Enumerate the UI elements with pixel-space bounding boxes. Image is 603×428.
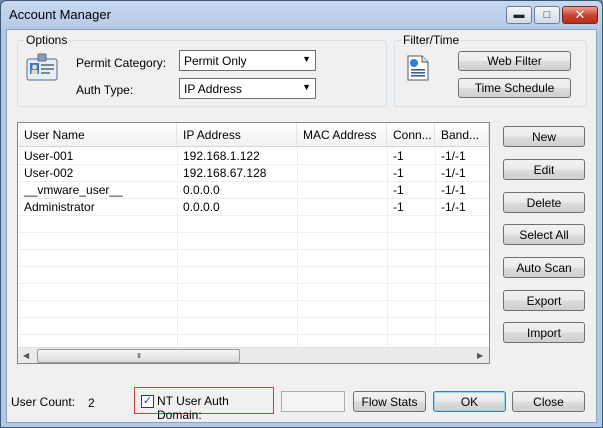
web-filter-button[interactable]: Web Filter (458, 51, 571, 71)
scroll-left-icon[interactable]: ◀ (23, 351, 29, 360)
cell-user-name: Administrator (24, 200, 95, 214)
cell-bandwidth: -1/-1 (441, 149, 466, 163)
scrollbar-grip: III (137, 352, 141, 360)
row-divider (18, 232, 489, 233)
permit-category-value: Permit Only (184, 54, 247, 68)
options-group: Options Permit Category: Permit Only ▼ A… (17, 33, 387, 107)
cell-connections: -1 (393, 149, 404, 163)
delete-button[interactable]: Delete (503, 192, 585, 213)
import-button[interactable]: Import (503, 322, 585, 343)
cell-ip-address: 192.168.1.122 (183, 149, 260, 163)
cell-connections: -1 (393, 183, 404, 197)
column-header-user-name[interactable]: User Name (18, 123, 177, 147)
row-divider (18, 334, 489, 335)
window-title: Account Manager (9, 7, 111, 22)
row-divider (18, 249, 489, 250)
filter-time-group: Filter/Time Web Filter Time Schedule (394, 33, 587, 107)
nt-user-auth-domain-highlight: ✓ NT User Auth Domain: (134, 387, 274, 422)
cell-user-name: __vmware_user__ (24, 183, 123, 197)
cell-ip-address: 0.0.0.0 (183, 183, 220, 197)
edit-button[interactable]: Edit (503, 159, 585, 180)
cell-connections: -1 (393, 200, 404, 214)
time-schedule-button[interactable]: Time Schedule (458, 78, 571, 98)
row-divider (18, 266, 489, 267)
user-count-value: 2 (88, 396, 95, 410)
table-row[interactable]: Administrator 0.0.0.0 -1 -1/-1 (18, 199, 489, 216)
cell-ip-address: 192.168.67.128 (183, 166, 267, 180)
cell-user-name: User-002 (24, 166, 74, 180)
ok-button[interactable]: OK (433, 391, 506, 412)
export-button[interactable]: Export (503, 290, 585, 311)
title-bar[interactable]: Account Manager ▬ □ ✕ (1, 1, 602, 29)
auth-type-label: Auth Type: (76, 83, 134, 97)
column-header-ip-address[interactable]: IP Address (177, 123, 297, 147)
options-group-label: Options (24, 33, 70, 47)
row-divider (18, 283, 489, 284)
nt-user-auth-domain-label[interactable]: NT User Auth Domain: (157, 394, 273, 422)
permit-category-dropdown[interactable]: Permit Only ▼ (179, 50, 316, 71)
auth-type-dropdown[interactable]: IP Address ▼ (179, 78, 316, 99)
table-row[interactable]: __vmware_user__ 0.0.0.0 -1 -1/-1 (18, 182, 489, 199)
filter-time-group-label: Filter/Time (401, 33, 462, 47)
scroll-right-icon[interactable]: ▶ (477, 351, 483, 360)
cell-bandwidth: -1/-1 (441, 183, 466, 197)
column-header-bandwidth[interactable]: Band... (435, 123, 489, 147)
user-table[interactable]: User Name IP Address MAC Address Conn...… (17, 122, 490, 364)
close-window-button[interactable]: ✕ (562, 6, 598, 24)
dialog-body: Options Permit Category: Permit Only ▼ A… (6, 29, 597, 423)
column-header-connections[interactable]: Conn... (387, 123, 435, 147)
chevron-down-icon: ▼ (302, 82, 311, 92)
auto-scan-button[interactable]: Auto Scan (503, 257, 585, 278)
maximize-button[interactable]: □ (534, 6, 560, 24)
chevron-down-icon: ▼ (302, 54, 311, 64)
minimize-button[interactable]: ▬ (506, 6, 532, 24)
cell-ip-address: 0.0.0.0 (183, 200, 220, 214)
new-button[interactable]: New (503, 126, 585, 147)
row-divider (18, 300, 489, 301)
cell-connections: -1 (393, 166, 404, 180)
document-icon (407, 55, 429, 84)
scrollbar-thumb[interactable]: III (37, 349, 240, 363)
cell-bandwidth: -1/-1 (441, 166, 466, 180)
flow-stats-button[interactable]: Flow Stats (353, 391, 426, 412)
cell-user-name: User-001 (24, 149, 74, 163)
table-row[interactable]: User-001 192.168.1.122 -1 -1/-1 (18, 148, 489, 165)
select-all-button[interactable]: Select All (503, 224, 585, 245)
close-button[interactable]: Close (512, 391, 585, 412)
column-header-mac-address[interactable]: MAC Address (297, 123, 387, 147)
table-header: User Name IP Address MAC Address Conn...… (18, 123, 489, 147)
row-divider (18, 317, 489, 318)
account-manager-window: Account Manager ▬ □ ✕ Options Permit Cat… (0, 0, 603, 428)
cell-bandwidth: -1/-1 (441, 200, 466, 214)
id-card-icon (26, 53, 58, 84)
table-row[interactable]: User-002 192.168.67.128 -1 -1/-1 (18, 165, 489, 182)
nt-user-auth-domain-checkbox[interactable]: ✓ (141, 395, 154, 408)
permit-category-label: Permit Category: (76, 56, 167, 70)
auth-type-value: IP Address (184, 82, 242, 96)
horizontal-scrollbar[interactable]: ◀ III ▶ (18, 347, 489, 363)
nt-domain-input[interactable] (281, 391, 345, 412)
user-count-label: User Count: (11, 395, 76, 409)
